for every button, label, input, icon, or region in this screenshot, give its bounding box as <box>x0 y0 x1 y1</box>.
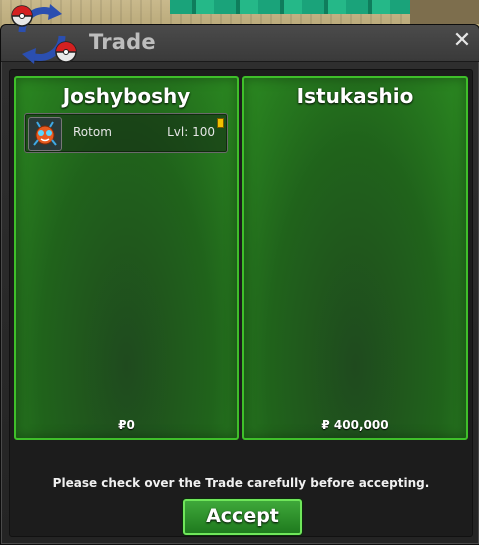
world-tiles-dark <box>410 0 479 24</box>
trade-item[interactable]: Rotom Lvl: 100 <box>24 113 228 153</box>
right-trade-panel: Istukashio ₽ 400,000 <box>242 76 468 440</box>
right-money: ₽ 400,000 <box>321 418 389 432</box>
left-money: ₽0 <box>118 418 135 432</box>
item-flag-icon <box>217 118 224 128</box>
rotom-icon <box>28 117 62 151</box>
item-level: Lvl: 100 <box>167 125 215 139</box>
trade-notice: Please check over the Trade carefully be… <box>52 476 430 490</box>
trade-window: Trade ✕ Joshyboshy Rotom Lvl: 100 ₽0 Ist… <box>0 24 479 545</box>
left-trade-panel: Joshyboshy Rotom Lvl: 100 ₽0 <box>14 76 239 440</box>
item-name: Rotom <box>73 125 112 139</box>
left-player-name: Joshyboshy <box>62 84 191 108</box>
world-tiles <box>170 0 410 14</box>
trade-logo-icon <box>4 2 80 66</box>
trade-content: Joshyboshy Rotom Lvl: 100 ₽0 Istukashio … <box>9 69 473 537</box>
close-icon[interactable]: ✕ <box>451 30 473 52</box>
window-title: Trade <box>89 30 156 54</box>
accept-button[interactable]: Accept <box>183 499 302 535</box>
right-player-name: Istukashio <box>296 84 414 108</box>
